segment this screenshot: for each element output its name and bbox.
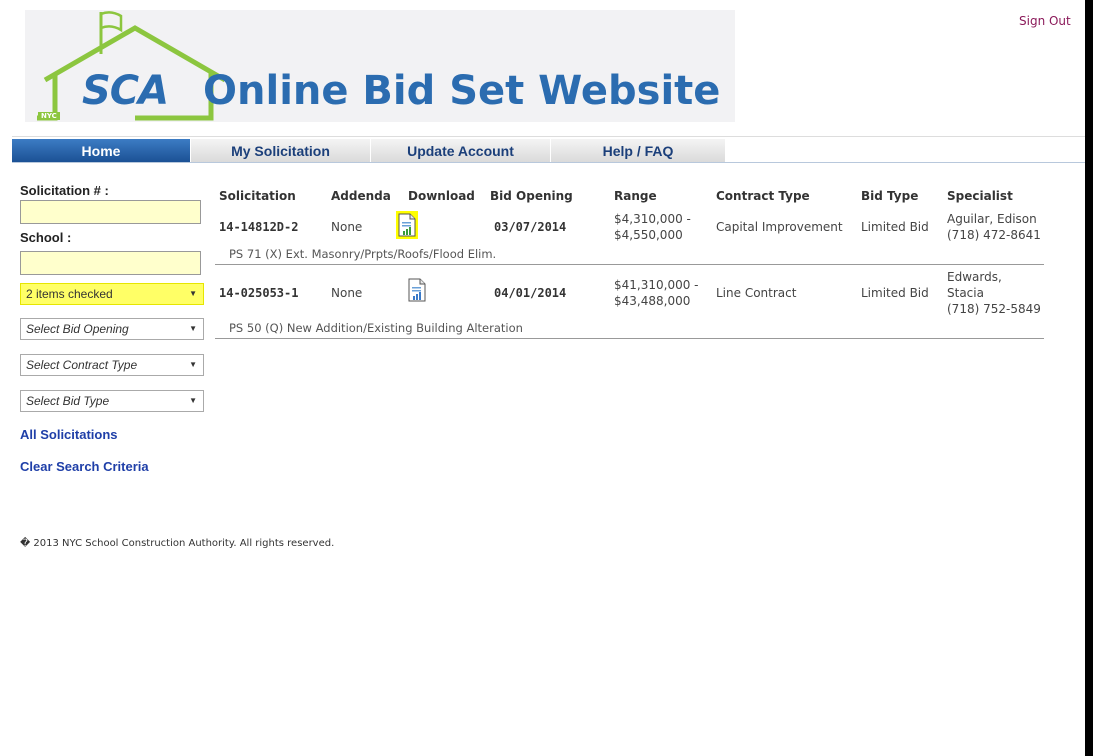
col-header-range: Range: [614, 189, 657, 203]
site-title: Online Bid Set Website: [203, 68, 721, 114]
bid-opening-dropdown[interactable]: Select Bid Opening ▼: [20, 318, 204, 340]
download-document-icon[interactable]: [397, 213, 417, 237]
solicitation-number[interactable]: 14-025053-1: [219, 285, 298, 301]
specialist-name: Aguilar, Edison: [947, 212, 1037, 226]
col-header-addenda: Addenda: [331, 189, 391, 203]
solicitation-label: Solicitation # :: [20, 183, 109, 198]
row-divider: [215, 338, 1044, 339]
nav-top-rule: [12, 136, 1085, 137]
logo-badge: NYC: [38, 112, 60, 120]
contract-type: Capital Improvement: [716, 220, 843, 234]
dropdown-value: Select Contract Type: [26, 358, 138, 372]
dropdown-value: Select Bid Type: [26, 394, 110, 408]
copyright-footer: � 2013 NYC School Construction Authority…: [20, 538, 335, 549]
tab-update-account[interactable]: Update Account: [371, 139, 551, 163]
school-input[interactable]: [20, 251, 201, 275]
tab-help-faq[interactable]: Help / FAQ: [551, 139, 726, 163]
main-nav: Home My Solicitation Update Account Help…: [12, 139, 726, 163]
search-sidebar: Solicitation # : School :: [20, 183, 205, 275]
caret-down-icon: ▼: [189, 396, 197, 405]
specialist-name: Edwards,: [947, 270, 1002, 284]
col-header-specialist: Specialist: [947, 189, 1013, 203]
project-description: PS 71 (X) Ext. Masonry/Prpts/Roofs/Flood…: [229, 247, 497, 261]
specialist-name-line-2: Stacia: [947, 286, 984, 300]
bid-type-dropdown[interactable]: Select Bid Type ▼: [20, 390, 204, 412]
caret-down-icon: ▼: [189, 324, 197, 333]
col-header-download: Download: [408, 189, 475, 203]
solicitation-number[interactable]: 14-14812D-2: [219, 219, 298, 235]
bid-opening-date: 04/01/2014: [494, 286, 567, 300]
range-low: $41,310,000 -: [614, 278, 699, 292]
addenda-value: None: [331, 220, 363, 234]
contract-type: Line Contract: [716, 286, 797, 300]
addenda-value: None: [331, 286, 363, 300]
col-header-bid-type: Bid Type: [861, 189, 919, 203]
download-document-icon[interactable]: [407, 278, 427, 302]
row-divider: [215, 264, 1044, 265]
solicitation-input[interactable]: [20, 200, 201, 224]
site-header: SCA NYC Online Bid Set Website: [25, 10, 735, 122]
window-edge: [1085, 0, 1093, 756]
range-low: $4,310,000 -: [614, 212, 691, 226]
dropdown-value: Select Bid Opening: [26, 322, 129, 336]
all-solicitations-link[interactable]: All Solicitations: [20, 427, 118, 442]
bid-type: Limited Bid: [861, 220, 929, 234]
range-high: $4,550,000: [614, 228, 683, 242]
school-label: School :: [20, 230, 72, 245]
bid-opening-date: 03/07/2014: [494, 220, 567, 234]
tab-home[interactable]: Home: [12, 139, 191, 163]
specialist-phone: (718) 472-8641: [947, 228, 1041, 242]
nav-bottom-rule: [12, 162, 1085, 163]
project-description: PS 50 (Q) New Addition/Existing Building…: [229, 321, 523, 335]
caret-down-icon: ▼: [189, 360, 197, 369]
school-type-dropdown[interactable]: 2 items checked ▼: [20, 283, 204, 305]
dropdown-value: 2 items checked: [26, 287, 113, 301]
range-high: $43,488,000: [614, 294, 691, 308]
caret-down-icon: ▼: [189, 289, 197, 298]
col-header-solicitation: Solicitation: [219, 189, 296, 203]
col-header-bid-opening: Bid Opening: [490, 189, 573, 203]
specialist-phone: (718) 752-5849: [947, 302, 1041, 316]
logo-text: SCA: [82, 68, 169, 114]
bid-type: Limited Bid: [861, 286, 929, 300]
tab-my-solicitation[interactable]: My Solicitation: [191, 139, 371, 163]
clear-search-link[interactable]: Clear Search Criteria: [20, 459, 149, 474]
contract-type-dropdown[interactable]: Select Contract Type ▼: [20, 354, 204, 376]
col-header-contract-type: Contract Type: [716, 189, 810, 203]
sign-out-link[interactable]: Sign Out: [1019, 14, 1071, 28]
